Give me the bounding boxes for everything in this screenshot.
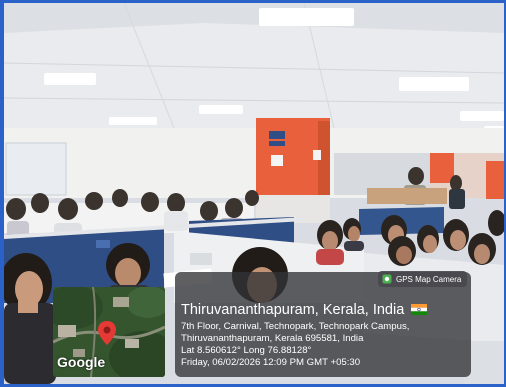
back-desk — [367, 188, 447, 204]
google-logo: Google — [57, 354, 106, 370]
ceiling-light — [199, 105, 243, 114]
ceiling-light — [460, 111, 504, 121]
location-city: Thiruvananthapuram, Kerala, India — [181, 302, 428, 318]
ceiling-light — [109, 117, 157, 125]
orange-wall — [486, 161, 504, 199]
coordinates: Lat 8.560612° Long 76.88128° — [181, 345, 312, 356]
whiteboard — [5, 142, 67, 196]
gps-map-camera-badge: GPS Map Camera — [378, 271, 468, 287]
pillar-notice — [313, 150, 321, 160]
india-flag-icon — [411, 304, 428, 315]
orange-panel — [430, 153, 454, 183]
location-city-text: Thiruvananthapuram, Kerala, India — [181, 302, 405, 318]
gps-badge-label: GPS Map Camera — [396, 274, 462, 284]
ceiling-light — [44, 73, 96, 85]
datetime: Friday, 06/02/2026 12:09 PM GMT +05:30 — [181, 357, 361, 368]
pillar-sign — [269, 131, 285, 139]
map-pin-icon — [98, 321, 116, 345]
pillar-sign — [269, 141, 285, 146]
pillar-notice — [271, 155, 283, 166]
gps-camera-icon — [382, 274, 392, 284]
partition-sign — [96, 240, 110, 248]
address-line-2: Thiruvananthapuram, Kerala 695581, India — [181, 333, 364, 344]
student-front-left — [4, 253, 56, 384]
outlet-plate — [190, 253, 212, 265]
ceiling-light — [259, 8, 354, 26]
ceiling-light — [399, 77, 469, 91]
address-line-1: 7th Floor, Carnival, Technopark, Technop… — [181, 321, 410, 332]
